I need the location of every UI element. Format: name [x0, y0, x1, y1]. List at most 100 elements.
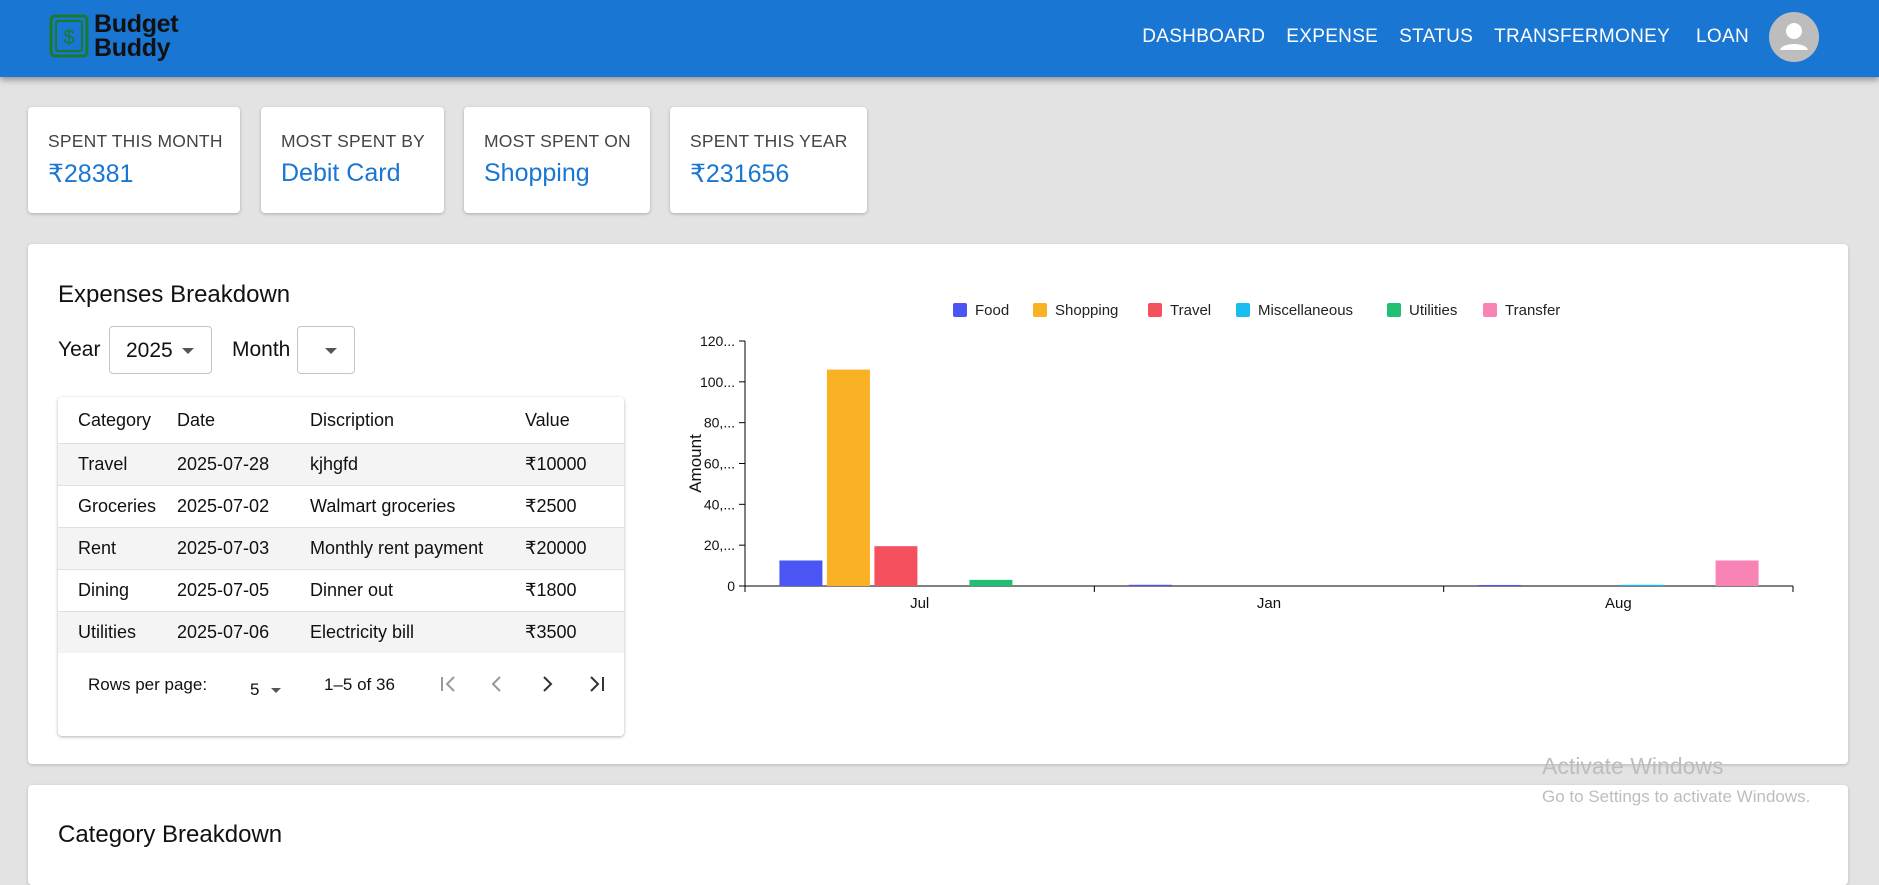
- chevron-down-icon: [182, 348, 194, 354]
- cell-date: 2025-07-05: [177, 569, 310, 612]
- cell-category: Groceries: [58, 485, 177, 528]
- bar: [969, 579, 1013, 586]
- app-name-line2: Buddy: [94, 34, 171, 62]
- windows-watermark-title: Activate Windows: [1542, 753, 1724, 779]
- user-avatar-icon: [1780, 22, 1808, 50]
- legend-swatch: [1387, 303, 1401, 317]
- legend-label: Shopping: [1055, 302, 1118, 319]
- first-page-icon[interactable]: [437, 673, 459, 695]
- section-title: Category Breakdown: [58, 821, 283, 848]
- column-header-category[interactable]: Category: [58, 397, 177, 444]
- rows-per-page-label: Rows per page:: [88, 675, 208, 694]
- table-row[interactable]: Rent 2025-07-03 Monthly rent payment ₹20…: [58, 527, 624, 570]
- cell-date: 2025-07-03: [177, 527, 310, 570]
- pagination-range: 1–5 of 36: [324, 675, 395, 694]
- nav-dashboard[interactable]: DASHBOARD: [1142, 26, 1265, 48]
- legend-swatch: [953, 303, 967, 317]
- legend-label: Transfer: [1505, 302, 1560, 319]
- table-row[interactable]: Dining 2025-07-05 Dinner out ₹1800: [58, 569, 624, 612]
- stat-card-spent-this-month: SPENT THIS MONTH ₹28381: [28, 107, 240, 213]
- y-tick-label: 0: [727, 578, 735, 594]
- cell-description: Walmart groceries: [310, 485, 525, 528]
- bar: [1715, 560, 1759, 586]
- cell-value: ₹20000: [525, 527, 624, 570]
- legend-label: Travel: [1170, 302, 1211, 319]
- column-header-description[interactable]: Discription: [310, 397, 525, 444]
- table-row[interactable]: Groceries 2025-07-02 Walmart groceries ₹…: [58, 485, 624, 528]
- rows-per-page-value: 5: [250, 680, 260, 699]
- month-select[interactable]: [297, 326, 355, 374]
- bar: [874, 546, 918, 586]
- legend-swatch: [1148, 303, 1162, 317]
- table-row[interactable]: Utilities 2025-07-06 Electricity bill ₹3…: [58, 611, 624, 653]
- stat-label: MOST SPENT ON: [484, 131, 631, 151]
- bar: [826, 369, 870, 586]
- app-logo[interactable]: $ Budget Buddy: [48, 10, 179, 62]
- y-axis-label: Amount: [686, 434, 705, 493]
- expenses-table-card: Category Date Discription Value Travel 2…: [58, 397, 624, 736]
- stat-value: Debit Card: [281, 159, 401, 187]
- expenses-bar-chart: Food Shopping Travel Miscellaneous Utilities…: [686, 302, 1794, 612]
- nav-status[interactable]: STATUS: [1399, 26, 1473, 48]
- y-tick-label: 60,...: [704, 456, 735, 472]
- app-bar: $ Budget Buddy DASHBOARD EXPENSE STATUS …: [0, 0, 1879, 77]
- table-pagination: Rows per page: 5 1–5 of 36: [58, 657, 624, 717]
- y-tick-label: 40,...: [704, 496, 735, 512]
- nav-loan[interactable]: LOAN: [1696, 26, 1749, 48]
- stat-card-most-spent-on: MOST SPENT ON Shopping: [464, 107, 650, 213]
- cell-value: ₹1800: [525, 569, 624, 612]
- bar: [1620, 584, 1664, 586]
- stat-card-most-spent-by: MOST SPENT BY Debit Card: [261, 107, 444, 213]
- cell-date: 2025-07-06: [177, 611, 310, 653]
- x-tick-label: Jul: [910, 595, 929, 612]
- bar: [1478, 584, 1522, 586]
- last-page-icon[interactable]: [586, 673, 608, 695]
- legend-swatch: [1033, 303, 1047, 317]
- svg-text:$: $: [63, 27, 74, 49]
- previous-page-icon[interactable]: [486, 673, 508, 695]
- windows-watermark-subtitle: Go to Settings to activate Windows.: [1542, 787, 1811, 806]
- stat-value: ₹28381: [48, 160, 134, 188]
- avatar[interactable]: [1769, 11, 1819, 62]
- y-tick-label: 20,...: [704, 537, 735, 553]
- cell-value: ₹3500: [525, 611, 624, 653]
- chevron-down-icon: [325, 348, 337, 354]
- next-page-icon[interactable]: [536, 673, 558, 695]
- cell-description: Dinner out: [310, 569, 525, 612]
- table-header-row: Category Date Discription Value: [58, 397, 624, 444]
- expenses-table: Category Date Discription Value Travel 2…: [58, 397, 624, 653]
- cell-description: Monthly rent payment: [310, 527, 525, 570]
- cell-value: ₹2500: [525, 485, 624, 528]
- rows-per-page-select[interactable]: 5: [243, 677, 293, 701]
- cell-category: Rent: [58, 527, 177, 570]
- month-label: Month: [232, 338, 291, 361]
- nav-expense[interactable]: EXPENSE: [1286, 26, 1378, 48]
- y-tick-label: 100...: [700, 374, 735, 390]
- y-tick-label: 80,...: [704, 415, 735, 431]
- main-nav: DASHBOARD EXPENSE STATUS TRANSFERMONEY L…: [1121, 0, 1819, 73]
- legend-swatch: [1236, 303, 1250, 317]
- cell-description: kjhgfd: [310, 443, 525, 486]
- legend-label: Food: [975, 302, 1009, 319]
- app-name-line1: Budget: [94, 10, 179, 38]
- cell-description: Electricity bill: [310, 611, 525, 653]
- column-header-date[interactable]: Date: [177, 397, 310, 444]
- cell-category: Utilities: [58, 611, 177, 653]
- cell-value: ₹10000: [525, 443, 624, 486]
- nav-transfermoney[interactable]: TRANSFERMONEY: [1494, 26, 1670, 48]
- legend-swatch: [1483, 303, 1497, 317]
- expenses-breakdown-panel: Expenses Breakdown Year 2025 Month Categ…: [28, 244, 1848, 764]
- app-name: Budget Buddy: [94, 10, 179, 62]
- table-row[interactable]: Travel 2025-07-28 kjhgfd ₹10000: [58, 443, 624, 486]
- section-title: Expenses Breakdown: [58, 281, 291, 308]
- x-tick-label: Aug: [1605, 595, 1632, 612]
- cell-date: 2025-07-02: [177, 485, 310, 528]
- stat-label: SPENT THIS MONTH: [48, 131, 223, 151]
- year-select[interactable]: 2025: [109, 326, 212, 374]
- column-header-value[interactable]: Value: [525, 397, 624, 444]
- stat-label: SPENT THIS YEAR: [690, 131, 848, 151]
- bar: [1128, 584, 1172, 586]
- stat-label: MOST SPENT BY: [281, 131, 425, 151]
- legend-label: Utilities: [1409, 302, 1457, 319]
- stat-value: ₹231656: [690, 160, 790, 188]
